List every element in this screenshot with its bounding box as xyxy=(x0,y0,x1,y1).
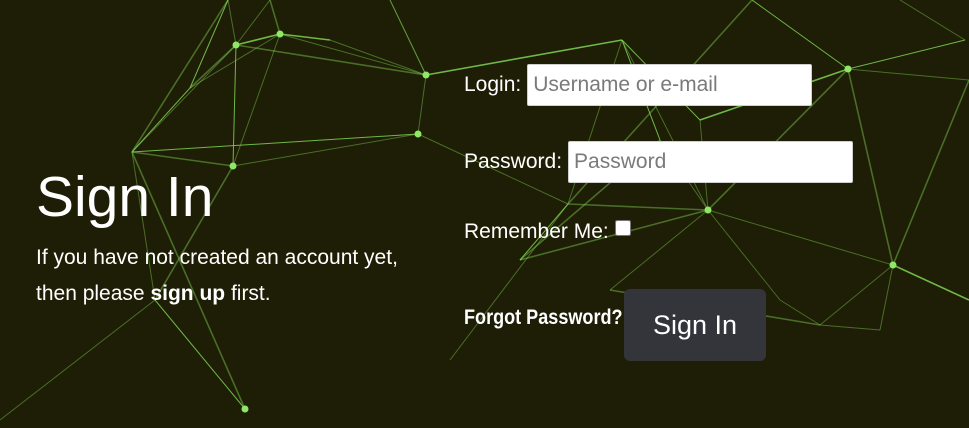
network-edge xyxy=(279,33,427,76)
network-node xyxy=(704,206,712,214)
network-edge xyxy=(707,209,894,266)
network-edge xyxy=(279,33,331,41)
network-edge xyxy=(567,203,709,211)
network-edge xyxy=(232,33,281,167)
network-edge xyxy=(131,44,237,153)
password-row: Password: xyxy=(464,141,854,183)
login-row: Login: xyxy=(464,64,813,106)
forgot-password-link[interactable]: Forgot Password? xyxy=(464,306,623,330)
network-edge xyxy=(847,68,894,266)
signup-link[interactable]: sign up xyxy=(150,282,225,305)
remember-checkbox[interactable] xyxy=(614,220,631,236)
network-node xyxy=(232,41,240,49)
network-edge xyxy=(879,264,894,331)
network-edge xyxy=(227,0,237,46)
network-node xyxy=(889,261,897,269)
network-edge xyxy=(232,44,237,167)
network-node xyxy=(276,30,284,38)
network-edge xyxy=(847,39,966,70)
network-edge xyxy=(899,0,966,41)
network-edge xyxy=(892,264,969,301)
network-edge xyxy=(131,87,191,153)
network-edge xyxy=(847,68,969,81)
intro-section: Sign In If you have not created an accou… xyxy=(36,160,426,312)
login-input[interactable] xyxy=(527,64,813,106)
password-label: Password: xyxy=(464,150,563,173)
remember-row: Remember Me: xyxy=(464,220,631,244)
sign-in-button[interactable]: Sign In xyxy=(624,289,766,361)
network-edge xyxy=(269,0,281,35)
network-edge xyxy=(707,209,781,301)
network-edge xyxy=(131,133,419,153)
network-node xyxy=(844,65,852,73)
network-node xyxy=(414,130,422,138)
intro-text-after: first. xyxy=(225,282,271,305)
page-title: Sign In xyxy=(36,165,214,229)
network-edge xyxy=(235,44,427,76)
network-node xyxy=(241,405,249,413)
password-input[interactable] xyxy=(568,141,854,183)
network-edge xyxy=(189,0,229,89)
network-edge xyxy=(417,74,427,135)
remember-label: Remember Me: xyxy=(464,220,609,243)
network-node xyxy=(422,71,430,79)
network-edge xyxy=(0,299,156,421)
network-edge xyxy=(131,0,229,153)
network-edge xyxy=(819,324,881,331)
network-edge xyxy=(819,264,894,326)
network-edge xyxy=(892,79,969,266)
network-edge xyxy=(751,0,849,70)
intro-text: If you have not created an account yet, … xyxy=(36,240,426,312)
login-label: Login: xyxy=(464,73,522,96)
network-edge xyxy=(154,299,246,410)
